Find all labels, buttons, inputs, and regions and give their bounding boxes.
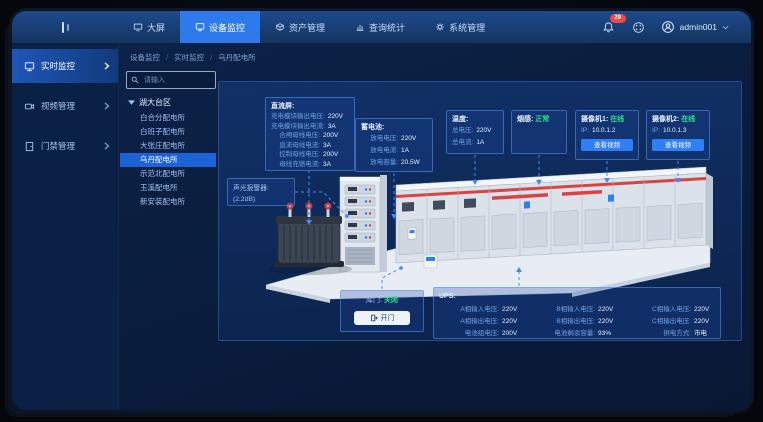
battery-card: 蓄电池: 放电电压:220V 放电电流:1A 放电容量:20.5W bbox=[355, 118, 433, 172]
breadcrumb-separator: / bbox=[166, 53, 168, 62]
tree-parent-node[interactable]: 湖大台区 bbox=[128, 97, 171, 108]
chevron-right-icon bbox=[104, 142, 110, 150]
tree-item-station-5[interactable]: 示范北配电所 bbox=[120, 167, 216, 181]
door-label: 库门: bbox=[366, 297, 382, 304]
monitor-icon bbox=[195, 22, 205, 32]
sidebar-item-label: 实时监控 bbox=[41, 60, 75, 72]
camera2-card: 摄像机2: 在线 IP:10.0.1.3 查看视频 bbox=[646, 110, 710, 160]
ups-grid: A相输入电压:220V B相输入电压:220V C相输入电压:220V A相输出… bbox=[439, 304, 715, 340]
fullscreen-icon bbox=[632, 21, 645, 34]
nav-tab-system[interactable]: 系统管理 bbox=[420, 11, 500, 43]
door-status-badge: 关闭 bbox=[384, 297, 398, 304]
box-icon bbox=[275, 22, 285, 32]
user-menu[interactable]: admin001 bbox=[661, 20, 729, 34]
caret-down-icon bbox=[128, 100, 135, 105]
nav-tab-statistics[interactable]: 查询统计 bbox=[340, 11, 420, 43]
chevron-down-icon bbox=[722, 25, 729, 30]
tree-item-station-6[interactable]: 玉溪配电所 bbox=[120, 181, 216, 195]
tree-item-station-2[interactable]: 白班子配电所 bbox=[120, 125, 216, 139]
tree-parent-label: 湖大台区 bbox=[139, 97, 171, 108]
nav-tab-assets[interactable]: 资产管理 bbox=[260, 11, 340, 43]
alarm-label: 声光报警器: bbox=[233, 183, 289, 194]
card-title: 烟感: bbox=[517, 116, 533, 123]
sidebar-item-label: 视频管理 bbox=[41, 100, 75, 112]
tree-item-station-7[interactable]: 新安装配电所 bbox=[120, 195, 216, 209]
fullscreen-button[interactable] bbox=[631, 19, 647, 35]
door-icon bbox=[24, 141, 35, 152]
video-camera-icon bbox=[24, 101, 35, 112]
card-title: 蓄电池: bbox=[361, 123, 427, 133]
dc-panel-card: 直流屏: 充电模块输出电压:220V 充电模块输出电流:3A 合闸母线电压:20… bbox=[265, 97, 355, 171]
status-badge: 在线 bbox=[681, 116, 695, 123]
ups-card: UPS: A相输入电压:220V B相输入电压:220V C相输入电压:220V… bbox=[433, 287, 721, 339]
tree-search-box bbox=[126, 71, 216, 89]
nav-tab-label: 大屏 bbox=[147, 21, 165, 34]
door-status-card: 库门: 关闭 开门 bbox=[340, 290, 424, 332]
sidebar-item-label: 门禁管理 bbox=[41, 140, 75, 152]
sidebar-item-realtime-monitor[interactable]: 实时监控 bbox=[12, 49, 118, 83]
sound-light-alarm-card: 声光报警器: (2.2dB) bbox=[227, 178, 295, 206]
breadcrumb-item-3: 乌丹配电所 bbox=[218, 52, 256, 63]
logo-mark bbox=[12, 22, 118, 33]
station-tree-panel: 湖大台区 白合分配电所 白班子配电所 大张庄配电所 乌丹配电所 示范北配电所 玉… bbox=[120, 65, 216, 410]
desktop-background: 大屏 设备监控 资产管理 查询统计 系统管理 bbox=[0, 0, 763, 422]
chart-icon bbox=[355, 22, 365, 32]
card-title: UPS: bbox=[439, 292, 715, 302]
open-door-button[interactable]: 开门 bbox=[354, 311, 410, 325]
sidebar-item-video-management[interactable]: 视频管理 bbox=[12, 89, 118, 123]
view-video-button[interactable]: 查看视频 bbox=[581, 139, 633, 151]
camera1-card: 摄像机1: 在线 IP:10.0.1.2 查看视频 bbox=[575, 110, 639, 160]
breadcrumb-separator: / bbox=[210, 53, 212, 62]
status-badge: 正常 bbox=[535, 116, 549, 123]
notification-bell-button[interactable]: 29 bbox=[601, 19, 617, 35]
nav-tabs: 大屏 设备监控 资产管理 查询统计 系统管理 bbox=[118, 11, 500, 43]
sidebar-item-access-control[interactable]: 门禁管理 bbox=[12, 129, 118, 163]
tree-item-station-1[interactable]: 白合分配电所 bbox=[120, 111, 216, 125]
tree-item-station-4-selected[interactable]: 乌丹配电所 bbox=[120, 153, 216, 167]
search-icon bbox=[131, 76, 139, 84]
nav-tab-label: 系统管理 bbox=[449, 21, 485, 34]
temperature-card: 温度: 总电压:220V 总电流:1A bbox=[446, 110, 504, 154]
smoke-sensor-card: 烟感: 正常 bbox=[511, 110, 567, 154]
search-input[interactable] bbox=[142, 76, 211, 85]
sidebar: 实时监控 视频管理 门禁管理 bbox=[12, 43, 119, 410]
card-title: 直流屏: bbox=[271, 102, 349, 112]
top-nav: 大屏 设备监控 资产管理 查询统计 系统管理 bbox=[12, 11, 751, 44]
screen-icon bbox=[133, 22, 143, 32]
card-title: 摄像机1: bbox=[581, 116, 608, 123]
breadcrumb-item-2[interactable]: 实时监控 bbox=[174, 52, 204, 63]
breadcrumb: 设备监控 / 实时监控 / 乌丹配电所 bbox=[130, 49, 256, 65]
door-open-icon bbox=[370, 314, 378, 322]
monitor-panel: 直流屏: 充电模块输出电压:220V 充电模块输出电流:3A 合闸母线电压:20… bbox=[218, 81, 742, 341]
app-window: 大屏 设备监控 资产管理 查询统计 系统管理 bbox=[12, 11, 751, 410]
nav-tab-label: 查询统计 bbox=[369, 21, 405, 34]
nav-tab-label: 设备监控 bbox=[209, 21, 245, 34]
gear-icon bbox=[435, 22, 445, 32]
view-video-button[interactable]: 查看视频 bbox=[652, 139, 704, 151]
nav-tab-device-monitor[interactable]: 设备监控 bbox=[180, 11, 260, 43]
avatar-icon bbox=[661, 20, 675, 34]
chevron-right-icon bbox=[104, 102, 110, 110]
chevron-right-icon bbox=[104, 62, 110, 70]
alarm-value: (2.2dB) bbox=[233, 194, 289, 205]
tree-item-station-3[interactable]: 大张庄配电所 bbox=[120, 139, 216, 153]
nav-tab-label: 资产管理 bbox=[289, 21, 325, 34]
username-label: admin001 bbox=[680, 22, 717, 32]
status-badge: 在线 bbox=[610, 116, 624, 123]
notification-badge: 29 bbox=[610, 14, 626, 23]
nav-tab-dashboard[interactable]: 大屏 bbox=[118, 11, 180, 43]
power-room-3d-scene bbox=[258, 157, 713, 307]
card-title: 摄像机2: bbox=[652, 116, 679, 123]
nav-right-cluster: 29 admin001 bbox=[601, 19, 751, 35]
card-title: 温度: bbox=[452, 115, 498, 125]
breadcrumb-item-1[interactable]: 设备监控 bbox=[130, 52, 160, 63]
monitor-icon bbox=[24, 61, 35, 72]
